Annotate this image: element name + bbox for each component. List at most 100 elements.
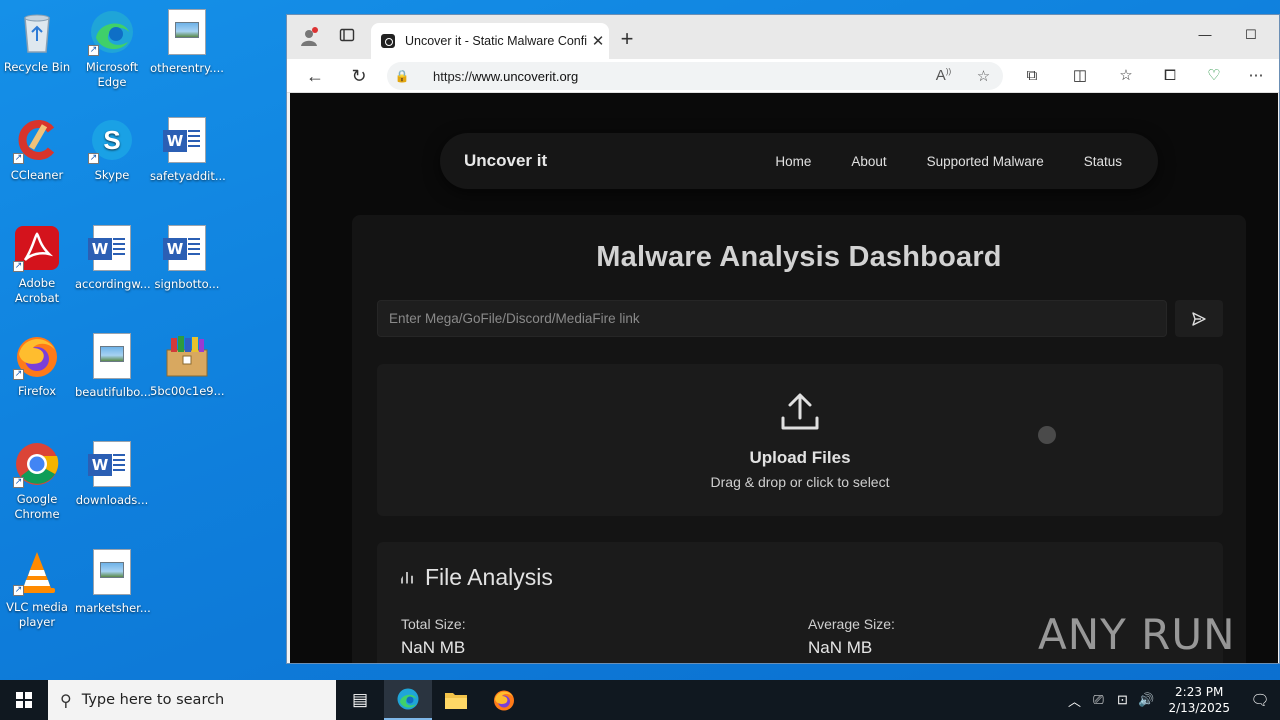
site-favicon-icon — [381, 34, 395, 48]
favorites-icon[interactable]: ☆ — [1113, 64, 1139, 88]
average-size-value: NaN MB — [808, 638, 873, 657]
browser-window: Uncover it - Static Malware Confi ✕ + — … — [286, 14, 1280, 664]
tab-close-icon[interactable]: ✕ — [587, 32, 609, 50]
desktop-icon-label: CCleaner — [10, 168, 64, 182]
toolbar: ← ↻ 🔒 https://www.uncoverit.org A)) ☆ ⧉ … — [287, 59, 1279, 93]
taskbar-search[interactable]: ⚲ Type here to search — [48, 680, 336, 720]
desktop-icon-ccleaner[interactable]: ↗ CCleaner — [0, 116, 74, 183]
address-bar[interactable]: 🔒 https://www.uncoverit.org A)) ☆ — [387, 62, 1003, 90]
refresh-icon[interactable]: ↻ — [347, 64, 371, 88]
read-aloud-icon[interactable]: A)) — [936, 67, 951, 85]
firefox-icon: ↗ — [13, 332, 61, 380]
desktop-icon-signbotto[interactable]: W signbotto... — [150, 224, 224, 292]
collections-icon[interactable]: ⧠ — [1157, 64, 1183, 88]
image-file-icon — [88, 549, 136, 597]
desktop-icon-label: beautifulbo... — [75, 385, 152, 399]
lock-icon: 🔒 — [394, 69, 410, 83]
total-size-stat: Total Size: NaN MB — [401, 616, 466, 658]
word-document-icon: W — [163, 225, 211, 273]
desktop-icon-vlc[interactable]: ↗ VLC media player — [0, 548, 74, 630]
volume-icon[interactable]: 🔊 — [1134, 692, 1158, 708]
notifications-icon[interactable]: 🗨 — [1240, 691, 1280, 709]
new-tab-icon[interactable]: + — [615, 27, 639, 51]
network-icon[interactable]: ⊡ — [1110, 692, 1134, 708]
taskbar-firefox-icon[interactable] — [480, 680, 528, 720]
clock-date: 2/13/2025 — [1168, 701, 1230, 715]
desktop-icon-label: Recycle Bin — [3, 60, 71, 74]
desktop-icon-accordingw[interactable]: W accordingw... — [75, 224, 151, 292]
page-viewport: Uncover it Home About Supported Malware … — [290, 93, 1278, 663]
desktop-icon-label: Google Chrome — [14, 492, 60, 521]
upload-dropzone[interactable]: Upload Files Drag & drop or click to sel… — [377, 364, 1223, 516]
taskbar-edge-icon[interactable] — [384, 680, 432, 720]
desktop-icon-acrobat[interactable]: ↗ Adobe Acrobat — [0, 224, 74, 306]
file-explorer-icon[interactable] — [432, 680, 480, 720]
desktop-icon-archive[interactable]: 5bc00c1e9... — [150, 332, 225, 399]
word-document-icon: W — [163, 117, 211, 165]
tab-actions-icon[interactable] — [335, 27, 359, 51]
desktop-icon-firefox[interactable]: ↗ Firefox — [0, 332, 74, 399]
nav-link-supported-malware[interactable]: Supported Malware — [927, 154, 1044, 169]
send-icon — [1192, 312, 1206, 326]
desktop-icon-label: marketsher... — [75, 601, 151, 615]
ccleaner-icon: ↗ — [13, 116, 61, 164]
site-brand[interactable]: Uncover it — [440, 151, 775, 171]
more-menu-icon[interactable]: ⋯ — [1243, 64, 1269, 88]
desktop-icon-label: VLC media player — [6, 600, 68, 629]
average-size-label: Average Size: — [808, 616, 895, 632]
desktop-icon-beautifulbo[interactable]: beautifulbo... — [75, 332, 152, 400]
vlc-icon: ↗ — [13, 548, 61, 596]
task-view-icon[interactable]: ▤ — [336, 680, 384, 720]
chevron-up-icon[interactable]: ︿ — [1062, 691, 1086, 710]
desktop-icon-label: safetyaddit... — [150, 169, 226, 183]
profile-icon[interactable] — [297, 27, 321, 51]
upload-subtitle: Drag & drop or click to select — [710, 474, 890, 490]
back-icon[interactable]: ← — [303, 64, 327, 88]
search-icon: ⚲ — [60, 690, 72, 710]
maximize-icon[interactable]: ☐ — [1231, 21, 1271, 49]
device-icon[interactable]: ⎚ — [1086, 692, 1110, 708]
url-text: https://www.uncoverit.org — [417, 69, 923, 84]
desktop-icon-edge[interactable]: ↗ Microsoft Edge — [75, 8, 149, 90]
dashboard-card: Malware Analysis Dashboard Upload Files … — [352, 215, 1246, 663]
average-size-stat: Average Size: NaN MB — [808, 616, 895, 658]
split-screen-icon[interactable]: ◫ — [1067, 64, 1093, 88]
nav-link-status[interactable]: Status — [1084, 154, 1122, 169]
clock-time: 2:23 PM — [1175, 685, 1224, 699]
tab-strip: Uncover it - Static Malware Confi ✕ + — … — [287, 15, 1279, 59]
analysis-heading: File Analysis — [401, 564, 553, 591]
nav-link-about[interactable]: About — [851, 154, 886, 169]
chrome-icon: ↗ — [13, 440, 61, 488]
desktop-icon-otherentry[interactable]: otherentry.... — [150, 8, 224, 76]
upload-icon — [781, 393, 819, 430]
page-title: Malware Analysis Dashboard — [596, 241, 1002, 273]
favorite-star-icon[interactable]: ☆ — [977, 67, 990, 85]
analysis-title: File Analysis — [425, 564, 553, 590]
tab-active[interactable]: Uncover it - Static Malware Confi ✕ — [371, 23, 609, 59]
desktop-icon-label: accordingw... — [75, 277, 151, 291]
send-button[interactable] — [1175, 300, 1223, 337]
desktop-icon-skype[interactable]: S ↗ Skype — [75, 116, 149, 183]
acrobat-icon: ↗ — [13, 224, 61, 272]
extensions-icon[interactable]: ⧉ — [1019, 64, 1045, 88]
edge-icon: ↗ — [88, 8, 136, 56]
clock[interactable]: 2:23 PM 2/13/2025 — [1158, 684, 1240, 716]
desktop-icon-recycle-bin[interactable]: Recycle Bin — [0, 8, 74, 75]
browser-essentials-icon[interactable]: ♡ — [1201, 64, 1227, 88]
desktop-icon-label: Microsoft Edge — [85, 60, 139, 89]
desktop-icon-safetyaddit[interactable]: W safetyaddit... — [150, 116, 226, 184]
total-size-label: Total Size: — [401, 616, 466, 632]
image-file-icon — [88, 333, 136, 381]
word-document-icon: W — [88, 225, 136, 273]
desktop-icon-downloads[interactable]: W downloads... — [75, 440, 149, 508]
skype-icon: S ↗ — [88, 116, 136, 164]
desktop-icon-label: signbotto... — [154, 277, 220, 291]
desktop-icon-label: Skype — [94, 168, 130, 182]
desktop-icon-label: otherentry.... — [150, 61, 224, 75]
nav-link-home[interactable]: Home — [775, 154, 811, 169]
desktop-icon-marketsher[interactable]: marketsher... — [75, 548, 151, 616]
minimize-icon[interactable]: — — [1185, 21, 1225, 49]
link-input[interactable] — [377, 300, 1167, 337]
start-button[interactable] — [0, 680, 48, 720]
desktop-icon-chrome[interactable]: ↗ Google Chrome — [0, 440, 74, 522]
